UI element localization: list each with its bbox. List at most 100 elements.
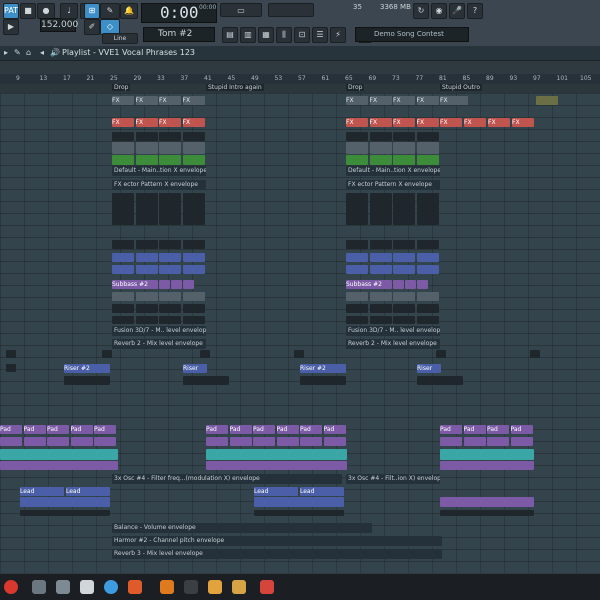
- pattern-clip[interactable]: [135, 155, 158, 165]
- pattern-clip[interactable]: [6, 364, 16, 372]
- pattern-clip[interactable]: [182, 240, 205, 249]
- pattern-clip[interactable]: [253, 437, 275, 446]
- pattern-clip[interactable]: [182, 292, 205, 301]
- pattern-clip[interactable]: [135, 292, 158, 301]
- pattern-clip[interactable]: [393, 280, 404, 289]
- pattern-clip[interactable]: [530, 350, 540, 358]
- pattern-clip[interactable]: [294, 350, 304, 358]
- lead-clip[interactable]: Lead: [20, 487, 64, 496]
- automation-clip[interactable]: Default - Main..tion X envelope: [346, 166, 440, 176]
- metronome-icon[interactable]: ♩: [60, 3, 78, 19]
- app-icon[interactable]: [160, 580, 174, 594]
- pattern-clip[interactable]: FX: [512, 118, 534, 127]
- pattern-clip[interactable]: [346, 253, 368, 262]
- start-icon[interactable]: [4, 580, 18, 594]
- pattern-clip[interactable]: Pad: [253, 425, 275, 434]
- pattern-clip[interactable]: [393, 253, 415, 262]
- pattern-clip[interactable]: Pad: [300, 425, 322, 434]
- pattern-clip[interactable]: FX: [112, 118, 134, 127]
- pattern-clip[interactable]: [159, 253, 181, 262]
- marker-drop-2[interactable]: Drop: [346, 84, 365, 91]
- stop-button[interactable]: ■: [20, 3, 36, 19]
- pattern-clip[interactable]: [416, 304, 439, 313]
- pattern-clip[interactable]: [254, 510, 344, 516]
- pattern-clip[interactable]: FX: [369, 118, 392, 127]
- pattern-clip[interactable]: [510, 437, 533, 446]
- pattern-clip[interactable]: [393, 132, 415, 141]
- pattern-clip[interactable]: [159, 142, 181, 154]
- pattern-clip[interactable]: [135, 240, 158, 249]
- pattern-clip[interactable]: [393, 155, 415, 165]
- pattern-clip[interactable]: [20, 497, 110, 507]
- lead-clip[interactable]: Lead: [66, 487, 110, 496]
- automation-clip[interactable]: Reverb 3 - Mix level envelope: [112, 549, 442, 559]
- pattern-clip[interactable]: [369, 132, 392, 141]
- automation-clip[interactable]: Reverb 2 - Mix level envelope: [346, 339, 440, 349]
- pattern-clip[interactable]: [112, 155, 134, 165]
- pattern-clip[interactable]: Pad: [70, 425, 93, 434]
- news-ticker[interactable]: Demo Song Contest: [355, 27, 469, 42]
- pattern-clip[interactable]: [159, 265, 181, 274]
- pattern-clip[interactable]: [369, 265, 392, 274]
- marker-intro-again[interactable]: Stupid Intro again: [206, 84, 264, 91]
- pattern-clip[interactable]: [112, 304, 134, 313]
- menu-arrow-icon[interactable]: ▸: [4, 46, 8, 60]
- pattern-clip[interactable]: FX: [135, 96, 158, 105]
- pencil-tool-icon[interactable]: ✐: [84, 19, 100, 35]
- pattern-clip[interactable]: [416, 142, 439, 154]
- pattern-clip[interactable]: [182, 193, 205, 225]
- pattern-clip[interactable]: [23, 437, 46, 446]
- mixer-icon[interactable]: ⫼: [276, 27, 292, 43]
- pattern-clip[interactable]: FX: [416, 96, 439, 105]
- automation-clip[interactable]: Balance - Volume envelope: [112, 523, 372, 533]
- pattern-clip[interactable]: [206, 461, 347, 470]
- pattern-clip[interactable]: [393, 265, 415, 274]
- pattern-clip[interactable]: [369, 292, 392, 301]
- pattern-clip[interactable]: [300, 376, 346, 385]
- pattern-clip[interactable]: [369, 253, 392, 262]
- pattern-clip[interactable]: [393, 316, 415, 324]
- pattern-clip[interactable]: [369, 193, 392, 225]
- piano-roll-icon[interactable]: ▥: [240, 27, 256, 43]
- app-icon[interactable]: [184, 580, 198, 594]
- pattern-clip[interactable]: [182, 304, 205, 313]
- pattern-clip[interactable]: [200, 350, 210, 358]
- automation-clip[interactable]: Fusion 3D/7 - M.. level envelope: [346, 326, 440, 336]
- pattern-clip[interactable]: [416, 265, 439, 274]
- pat-mode-button[interactable]: PAT: [3, 3, 19, 19]
- pattern-clip[interactable]: [20, 510, 110, 516]
- pattern-clip[interactable]: [346, 193, 368, 225]
- app-icon[interactable]: [32, 580, 46, 594]
- pattern-clip[interactable]: [417, 376, 463, 385]
- pattern-clip[interactable]: [112, 240, 134, 249]
- pattern-clip[interactable]: [417, 280, 428, 289]
- pattern-clip[interactable]: [346, 142, 368, 154]
- pattern-clip[interactable]: FX: [159, 96, 181, 105]
- pattern-clip[interactable]: [416, 193, 439, 225]
- pattern-clip[interactable]: [463, 437, 486, 446]
- marker-outro[interactable]: Stupid Outro: [440, 84, 483, 91]
- pattern-clip[interactable]: Pad: [323, 425, 346, 434]
- riser-clip[interactable]: Riser #2: [300, 364, 346, 373]
- pattern-clip[interactable]: [135, 265, 158, 274]
- pattern-clip[interactable]: [416, 132, 439, 141]
- mic-icon[interactable]: 🎤: [449, 3, 465, 19]
- folder-icon[interactable]: [208, 580, 222, 594]
- pattern-clip[interactable]: [346, 316, 368, 324]
- pattern-clip[interactable]: FX: [159, 118, 181, 127]
- help-icon[interactable]: ?: [467, 3, 483, 19]
- plugin-icon[interactable]: ⊡: [294, 27, 310, 43]
- snap-mode-select[interactable]: Line: [102, 33, 138, 44]
- pattern-clip[interactable]: [182, 142, 205, 154]
- pattern-clip[interactable]: FX: [182, 118, 205, 127]
- pattern-clip[interactable]: [276, 437, 299, 446]
- pattern-clip[interactable]: Pad: [23, 425, 46, 434]
- channel-rack-icon[interactable]: ▦: [258, 27, 274, 43]
- pattern-clip[interactable]: Pad: [463, 425, 486, 434]
- pattern-clip[interactable]: [405, 280, 416, 289]
- pattern-clip[interactable]: [159, 280, 170, 289]
- pattern-clip[interactable]: [112, 292, 134, 301]
- pattern-clip[interactable]: [346, 155, 368, 165]
- pattern-clip[interactable]: Pad: [94, 425, 116, 434]
- pattern-clip[interactable]: [346, 304, 368, 313]
